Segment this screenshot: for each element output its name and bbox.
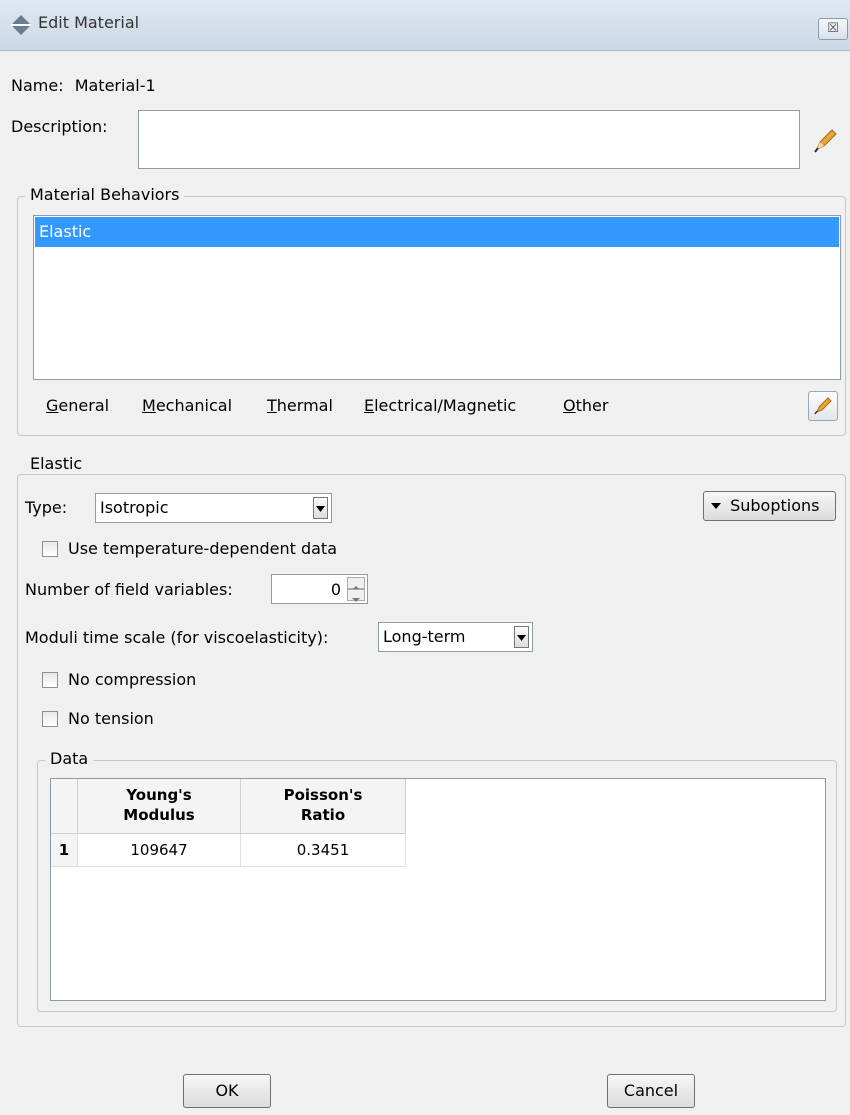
triangle-down-icon [711,503,721,509]
behaviors-list: Elastic [33,215,841,380]
data-title: Data [45,749,94,768]
elastic-title: Elastic [25,454,88,473]
menu-other[interactable]: Other [563,396,608,415]
menu-electrical-magnetic[interactable]: Electrical/Magnetic [364,396,516,415]
column-header-poissons-ratio[interactable]: Poisson's Ratio [241,779,406,834]
suboptions-button[interactable]: Suboptions [703,491,836,521]
name-value: Material-1 [74,76,156,95]
chevron-down-icon [313,497,328,519]
table-cell[interactable]: 109647 [78,834,241,867]
close-icon: ☒ [827,21,839,36]
edit-pencil-icon [814,397,832,415]
moduli-select[interactable]: Long-term [378,622,533,652]
window-title: Edit Material [38,13,140,32]
cancel-button[interactable]: Cancel [607,1074,695,1108]
spin-up-icon[interactable] [347,577,365,590]
edit-behavior-button[interactable] [808,391,838,421]
no-tension-label: No tension [68,709,154,728]
material-diamond-icon [11,15,31,35]
menu-thermal[interactable]: Thermal [267,396,333,415]
temp-dependent-checkbox[interactable] [42,541,58,557]
no-compression-checkbox[interactable] [42,672,58,688]
description-label: Description: [11,117,108,136]
material-behaviors-title: Material Behaviors [25,185,185,204]
spin-down-icon[interactable] [347,589,365,602]
ok-button[interactable]: OK [183,1074,271,1108]
title-bar: Edit Material ☒ [0,0,850,51]
table-cell[interactable]: 0.3451 [241,834,406,867]
chevron-down-icon [514,626,529,648]
description-input[interactable] [138,110,800,169]
behavior-item-elastic[interactable]: Elastic [35,217,839,247]
field-vars-label: Number of field variables: [25,580,233,599]
type-label: Type: [25,498,68,517]
no-compression-label: No compression [68,670,197,689]
data-table: Young's Modulus Poisson's Ratio 1 109647… [50,778,826,1001]
type-select[interactable]: Isotropic [95,493,332,523]
no-tension-checkbox[interactable] [42,711,58,727]
close-button[interactable]: ☒ [818,18,848,40]
column-header-youngs-modulus[interactable]: Young's Modulus [78,779,241,834]
name-row: Name: Material-1 [11,76,156,95]
pencil-icon[interactable] [812,128,838,154]
temp-dependent-label: Use temperature-dependent data [68,539,337,558]
field-vars-stepper[interactable]: 0 [271,574,368,604]
moduli-label: Moduli time scale (for viscoelasticity): [25,628,329,647]
table-corner-header [51,779,78,834]
menu-general[interactable]: General [46,396,109,415]
name-label: Name: [11,76,64,95]
row-index[interactable]: 1 [51,834,78,867]
menu-mechanical[interactable]: Mechanical [142,396,232,415]
